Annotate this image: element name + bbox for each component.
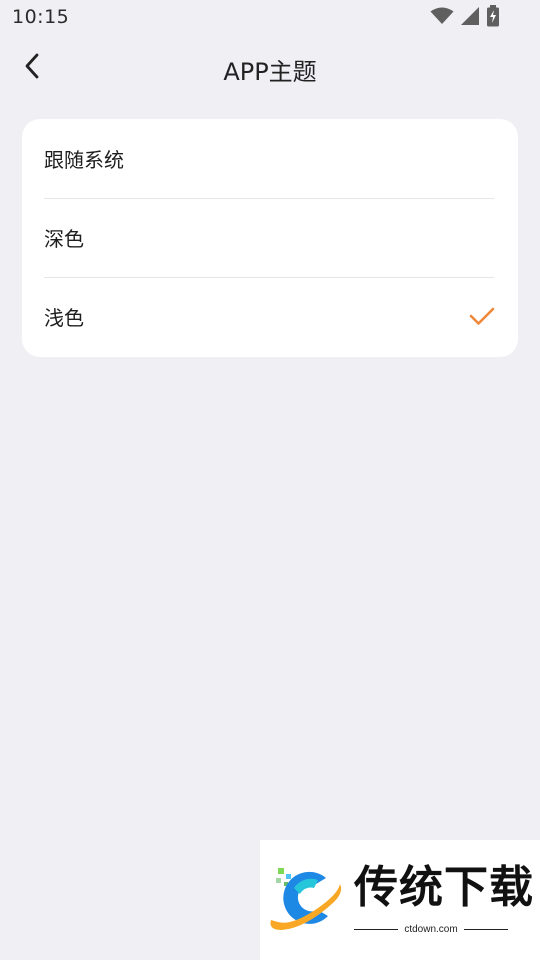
status-bar: 10:15 [0, 0, 540, 36]
checkmark-icon [468, 306, 496, 328]
wifi-icon [430, 7, 454, 29]
option-label: 深色 [44, 227, 84, 251]
option-light[interactable]: 浅色 [22, 277, 518, 356]
status-icons [430, 5, 500, 31]
option-label: 跟随系统 [44, 148, 124, 172]
watermark-title: 传统下载 [354, 862, 534, 913]
page-title: APP主题 [223, 58, 317, 86]
ctdown-logo-icon [268, 864, 346, 936]
battery-charging-icon [486, 5, 500, 31]
status-time: 10:15 [12, 6, 70, 28]
watermark: 传统下载 ctdown.com [260, 840, 540, 960]
option-follow-system[interactable]: 跟随系统 [22, 119, 518, 198]
watermark-subline: ctdown.com [354, 924, 509, 935]
divider [463, 928, 509, 931]
option-label: 浅色 [44, 306, 84, 330]
cell-signal-icon [460, 7, 480, 29]
theme-options-card: 跟随系统 深色 浅色 [22, 119, 518, 357]
watermark-domain: ctdown.com [404, 924, 458, 935]
divider [354, 928, 399, 931]
app-bar: APP主题 [0, 36, 540, 100]
option-dark[interactable]: 深色 [22, 198, 518, 277]
